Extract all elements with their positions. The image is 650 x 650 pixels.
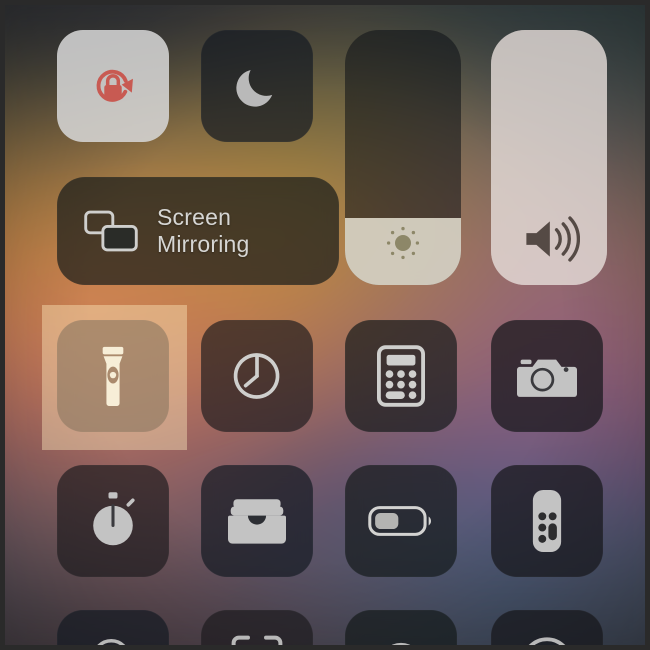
camera-icon: [517, 352, 577, 400]
stopwatch-icon: [86, 492, 140, 550]
screen-mirroring-toggle[interactable]: Screen Mirroring: [57, 177, 339, 285]
magnifier-icon: [85, 632, 141, 645]
do-not-disturb-toggle[interactable]: [201, 30, 313, 142]
flashlight-icon: [91, 345, 135, 407]
qr-scanner-icon: [230, 634, 284, 645]
calculator-button[interactable]: [345, 320, 457, 432]
brightness-icon: [345, 219, 461, 267]
rotation-lock-icon: [82, 55, 144, 117]
screen-mirroring-icon: [83, 208, 139, 254]
volume-slider[interactable]: [491, 30, 607, 285]
camera-button[interactable]: [491, 320, 603, 432]
magnifier-button[interactable]: [57, 610, 169, 645]
screen-mirroring-label-line2: Mirroring: [157, 231, 250, 257]
rotation-lock-toggle[interactable]: [57, 30, 169, 142]
accessibility-button[interactable]: [491, 610, 603, 645]
stopwatch-button[interactable]: [57, 465, 169, 577]
brightness-slider[interactable]: [345, 30, 461, 285]
screen-mirroring-label: Screen Mirroring: [157, 204, 250, 258]
battery-icon: [368, 504, 434, 538]
low-power-mode-toggle[interactable]: [345, 465, 457, 577]
code-scanner-button[interactable]: [201, 610, 313, 645]
hearing-button[interactable]: [345, 610, 457, 645]
screen-mirroring-label-line1: Screen: [157, 203, 232, 230]
control-center-screen: Screen Mirroring: [0, 0, 650, 650]
remote-icon: [531, 487, 563, 555]
wallet-icon: [228, 495, 286, 547]
accessibility-icon: [518, 632, 576, 645]
flashlight-toggle[interactable]: [57, 320, 169, 432]
hearing-icon: [375, 636, 427, 645]
calculator-icon: [377, 345, 425, 407]
timer-icon: [229, 348, 285, 404]
apple-tv-remote-button[interactable]: [491, 465, 603, 577]
wallet-button[interactable]: [201, 465, 313, 577]
moon-icon: [230, 59, 284, 113]
control-center-grid: Screen Mirroring: [5, 5, 645, 645]
timer-toggle[interactable]: [201, 320, 313, 432]
volume-icon: [491, 213, 607, 265]
